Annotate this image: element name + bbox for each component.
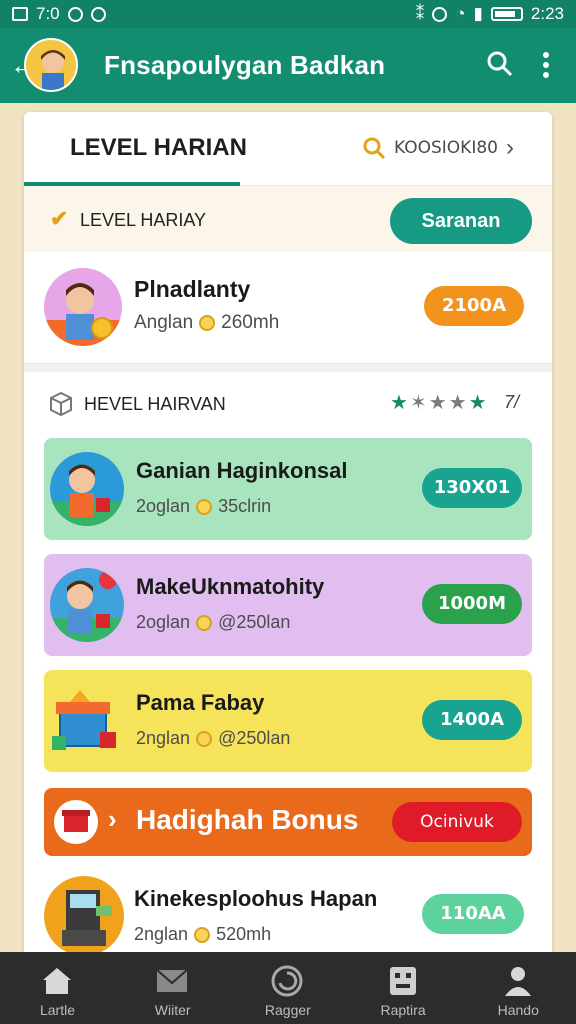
swirl-icon [271, 965, 303, 997]
home-icon [43, 968, 71, 994]
battery-icon [490, 7, 523, 21]
section-header: HEVEL HAIRVAN ★✶★★★ 7/ [24, 372, 552, 434]
messenger-icon [90, 6, 106, 22]
task-sub-prefix: 2oglan [136, 496, 191, 516]
main-card: LEVEL HARIAN KOOSIOKI80 › ✔ LEVEL HARIAY… [24, 112, 552, 962]
coin-icon [196, 498, 213, 515]
task-title: Pama Fabay [136, 690, 265, 715]
task-sub: 2nglan @250lan [136, 728, 290, 749]
task-title: Ganian Haginkonsal [136, 458, 348, 483]
tab-search[interactable]: KOOSIOKI80 [362, 136, 498, 160]
task-sub-suffix: 35clrin [218, 496, 272, 516]
rating-stars: ★✶★★★ [390, 392, 489, 414]
coin-icon [196, 730, 213, 747]
coin-icon [196, 614, 213, 631]
profile-sub-suffix: 260mh [221, 312, 280, 333]
wifi-icon: ◔ [455, 4, 466, 23]
section-divider [24, 364, 552, 372]
bottom-nav: Lartle Wiiter Ragger Raptira Hando [0, 952, 576, 1024]
task-reward-pill[interactable]: 1000M [422, 584, 522, 624]
reward-sub-prefix: 2nglan [134, 924, 189, 944]
sync-icon [67, 6, 83, 22]
nav-label: Raptira [380, 1002, 426, 1018]
status-time-left: 7:0 [36, 4, 60, 23]
avatar[interactable] [24, 38, 78, 92]
person-icon [504, 967, 531, 996]
avatar [44, 268, 122, 346]
coin-icon [194, 926, 211, 943]
profile-name: Plnadlanty [134, 276, 251, 302]
task-sub-suffix: @250lan [218, 612, 291, 632]
bonus-title: Hadighah Bonus [136, 804, 359, 835]
level-row: ✔ LEVEL HARIAY Saranan [24, 186, 552, 252]
profile-reward-pill[interactable]: 2100A [424, 286, 524, 326]
app-bar: ← Fnsapoulygan Badkan [0, 28, 576, 103]
nav-item-lartle[interactable]: Lartle [0, 952, 115, 1024]
status-time-right: 2:23 [530, 4, 564, 23]
nav-item-hando[interactable]: Hando [461, 952, 576, 1024]
reward-sub-suffix: 520mh [216, 924, 272, 944]
task-card[interactable]: Ganian Haginkonsal 2oglan 35clrin 130X01 [44, 438, 532, 540]
rating-value: 7/ [504, 392, 520, 412]
task-card[interactable]: MakeUknmatohity 2oglan @250lan 1000M [44, 554, 532, 656]
reward-sub: 2nglan 520mh [134, 924, 271, 945]
task-sub-suffix: @250lan [218, 728, 291, 748]
nav-item-ragger[interactable]: Ragger [230, 952, 345, 1024]
reward-row[interactable]: Kinekesploohus Hapan 2nglan 520mh 110AA [24, 870, 552, 962]
task-card[interactable]: Pama Fabay 2nglan @250lan 1400A [44, 670, 532, 772]
task-sub: 2oglan 35clrin [136, 496, 271, 517]
nav-label: Ragger [264, 1002, 311, 1018]
box-icon [50, 391, 72, 416]
search-icon[interactable] [486, 50, 514, 78]
cash-register-icon [44, 876, 124, 956]
nav-label: Lartle [39, 1002, 76, 1018]
task-sub: 2oglan @250lan [136, 612, 290, 633]
check-icon: ✔ [50, 206, 69, 231]
coin-icon [199, 315, 216, 331]
profile-sub: Anglan 260mh [134, 312, 279, 334]
task-reward-pill[interactable]: 1400A [422, 700, 522, 740]
task-sub-prefix: 2nglan [136, 728, 191, 748]
reward-title: Kinekesploohus Hapan [134, 886, 378, 911]
nav-item-raptira[interactable]: Raptira [346, 952, 461, 1024]
saranan-button[interactable]: Saranan [390, 198, 532, 244]
vibrate-icon: ⁑ [415, 4, 425, 23]
gallery-icon [12, 7, 28, 21]
bonus-gift-icon [54, 800, 98, 844]
avatar [50, 452, 124, 526]
chevron-right-icon: › [108, 804, 117, 834]
profile-row[interactable]: Plnadlanty Anglan 260mh 2100A [24, 252, 552, 364]
tab-level-harian[interactable]: LEVEL HARIAN [70, 134, 247, 162]
more-menu-icon[interactable] [540, 50, 552, 80]
signal-icon: ▮ [473, 4, 483, 23]
alarm-icon [432, 6, 448, 22]
nav-label: Hando [497, 1002, 539, 1018]
tab-bar: LEVEL HARIAN KOOSIOKI80 › [24, 112, 552, 186]
profile-sub-prefix: Anglan [134, 312, 194, 333]
nav-label: Wiiter [154, 1002, 191, 1018]
bonus-banner[interactable]: › Hadighah Bonus Ocinivuk [44, 788, 532, 856]
reward-pill[interactable]: 110AA [422, 894, 524, 934]
chevron-right-icon[interactable]: › [506, 134, 514, 162]
bonus-claim-button[interactable]: Ocinivuk [392, 802, 522, 842]
search-icon [363, 137, 386, 160]
section-label: HEVEL HAIRVAN [84, 394, 226, 414]
task-reward-pill[interactable]: 130X01 [422, 468, 522, 508]
app-title: Fnsapoulygan Badkan [104, 50, 386, 80]
gift-box-icon [50, 684, 124, 758]
task-sub-prefix: 2oglan [136, 612, 191, 632]
avatar [50, 568, 124, 642]
tab-search-text: KOOSIOKI80 [394, 138, 498, 158]
status-bar: 7:0 ⁑ ◔ ▮ 2:23 [0, 0, 576, 28]
nav-item-wiiter[interactable]: Wiiter [115, 952, 230, 1024]
task-title: MakeUknmatohity [136, 574, 325, 599]
robot-icon [389, 967, 416, 995]
mail-icon [156, 969, 188, 992]
level-label: LEVEL HARIAY [80, 210, 207, 230]
